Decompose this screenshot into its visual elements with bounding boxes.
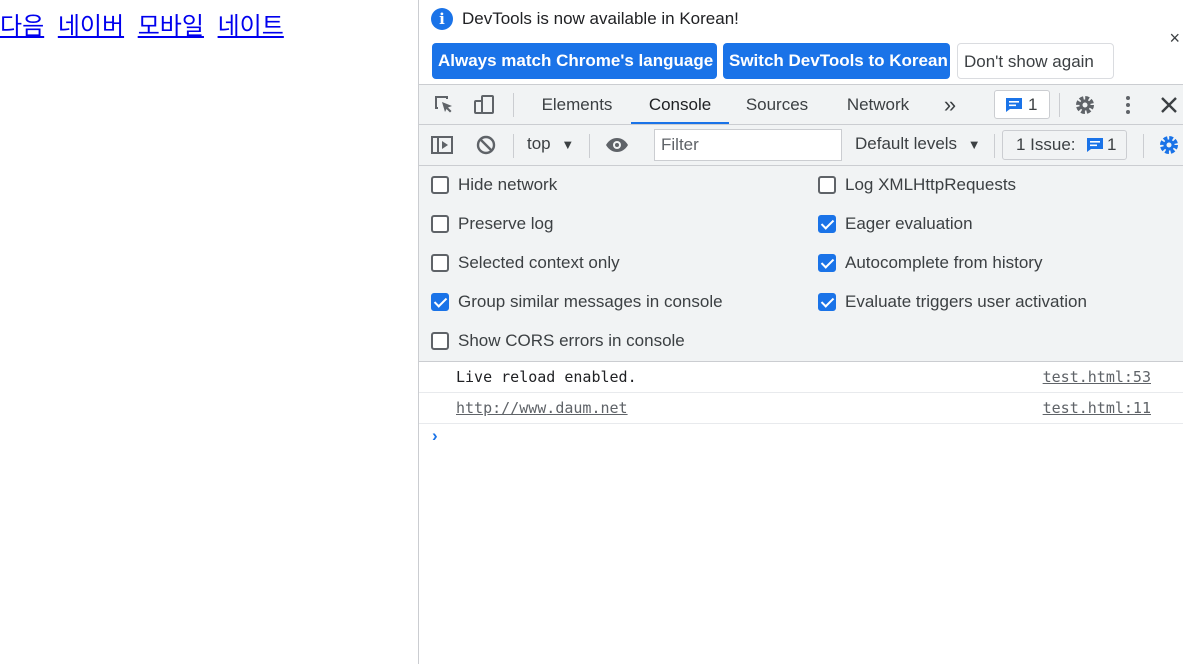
link-daum[interactable]: 다음 — [0, 12, 44, 40]
setting-label: Eager evaluation — [845, 214, 973, 233]
setting-label: Show CORS errors in console — [458, 331, 685, 350]
device-toolbar-icon[interactable] — [472, 93, 496, 117]
console-source-link[interactable]: test.html:11 — [1043, 399, 1151, 417]
filter-input[interactable] — [654, 129, 842, 161]
close-devtools-icon[interactable] — [1157, 93, 1181, 117]
setting-label: Group similar messages in console — [458, 292, 723, 311]
message-icon — [1087, 138, 1103, 152]
hide-network-checkbox[interactable] — [431, 176, 449, 194]
issues-button[interactable]: 1 Issue: 1 — [1002, 130, 1127, 160]
console-message-row: Live reload enabled. test.html:53 — [419, 362, 1183, 393]
console-message-link[interactable]: http://www.daum.net — [456, 399, 628, 417]
toolbar-divider — [994, 134, 995, 158]
sidebar-toggle-icon[interactable] — [430, 133, 454, 157]
live-expression-eye-icon[interactable] — [605, 133, 629, 157]
toolbar-divider — [589, 134, 590, 158]
issues-count: 1 — [1107, 135, 1117, 154]
console-output: Live reload enabled. test.html:53 http:/… — [419, 362, 1183, 664]
toolbar-divider — [513, 134, 514, 158]
setting-label: Preserve log — [458, 214, 554, 233]
preserve-log-checkbox[interactable] — [431, 215, 449, 233]
devtools-panel: i DevTools is now available in Korean! A… — [418, 0, 1183, 664]
show-cors-checkbox[interactable] — [431, 332, 449, 350]
log-levels-value: Default levels — [855, 134, 958, 153]
clear-console-icon[interactable] — [474, 133, 498, 157]
selected-context-checkbox[interactable] — [431, 254, 449, 272]
console-prompt-icon[interactable]: › — [432, 426, 438, 446]
setting-label: Hide network — [458, 175, 558, 194]
tab-network[interactable]: Network — [833, 85, 923, 124]
console-source-link[interactable]: test.html:53 — [1043, 368, 1151, 386]
console-message-row: http://www.daum.net test.html:11 — [419, 393, 1183, 424]
console-message-text: Live reload enabled. — [456, 368, 637, 386]
dropdown-arrow-icon: ▼ — [967, 137, 981, 152]
context-selector[interactable]: top ▼ — [527, 134, 574, 154]
log-levels-dropdown[interactable]: Default levels ▼ — [855, 134, 981, 154]
setting-label: Log XMLHttpRequests — [845, 175, 1017, 194]
setting-label: Autocomplete from history — [845, 253, 1043, 272]
switch-to-korean-button[interactable]: Switch DevTools to Korean — [723, 43, 950, 79]
page-content: 다음 네이버 모바일 네이트 — [0, 0, 418, 664]
evaluate-triggers-checkbox[interactable] — [818, 293, 836, 311]
tabbar-divider — [1059, 93, 1060, 117]
link-nate[interactable]: 네이트 — [218, 12, 284, 40]
more-options-icon[interactable] — [1116, 93, 1140, 117]
language-infobar: i DevTools is now available in Korean! A… — [419, 0, 1183, 85]
eager-evaluation-checkbox[interactable] — [818, 215, 836, 233]
autocomplete-checkbox[interactable] — [818, 254, 836, 272]
link-naver[interactable]: 네이버 — [58, 12, 124, 40]
devtools-tabbar: Elements Console Sources Network » 1 — [419, 85, 1183, 125]
tabbar-divider — [513, 93, 514, 117]
messages-badge[interactable]: 1 — [994, 90, 1050, 119]
console-toolbar: top ▼ Default levels ▼ 1 Issue: 1 — [419, 125, 1183, 166]
message-icon — [1006, 98, 1022, 112]
dropdown-arrow-icon: ▼ — [561, 137, 575, 152]
link-mobile[interactable]: 모바일 — [138, 12, 204, 40]
infobar-message: DevTools is now available in Korean! — [462, 9, 739, 28]
page-links: 다음 네이버 모바일 네이트 — [0, 6, 290, 41]
console-settings-gear-icon[interactable] — [1157, 133, 1181, 157]
setting-label: Evaluate triggers user activation — [845, 292, 1087, 311]
info-icon: i — [431, 8, 453, 30]
group-similar-checkbox[interactable] — [431, 293, 449, 311]
infobar-close-icon[interactable]: × — [1169, 28, 1180, 49]
tab-sources[interactable]: Sources — [735, 85, 819, 124]
toolbar-divider — [1143, 134, 1144, 158]
tab-console[interactable]: Console — [631, 85, 729, 124]
setting-label: Selected context only — [458, 253, 620, 272]
dont-show-again-button[interactable]: Don't show again — [957, 43, 1114, 79]
inspect-element-icon[interactable] — [432, 93, 456, 117]
issues-label: 1 Issue: — [1016, 135, 1076, 154]
settings-gear-icon[interactable] — [1073, 93, 1097, 117]
messages-count: 1 — [1028, 95, 1038, 114]
log-xhr-checkbox[interactable] — [818, 176, 836, 194]
context-value: top — [527, 134, 551, 153]
more-tabs-icon[interactable]: » — [937, 85, 963, 124]
always-match-language-button[interactable]: Always match Chrome's language — [432, 43, 717, 79]
tab-elements[interactable]: Elements — [529, 85, 625, 124]
console-settings-panel: Hide network Preserve log Selected conte… — [419, 166, 1183, 362]
